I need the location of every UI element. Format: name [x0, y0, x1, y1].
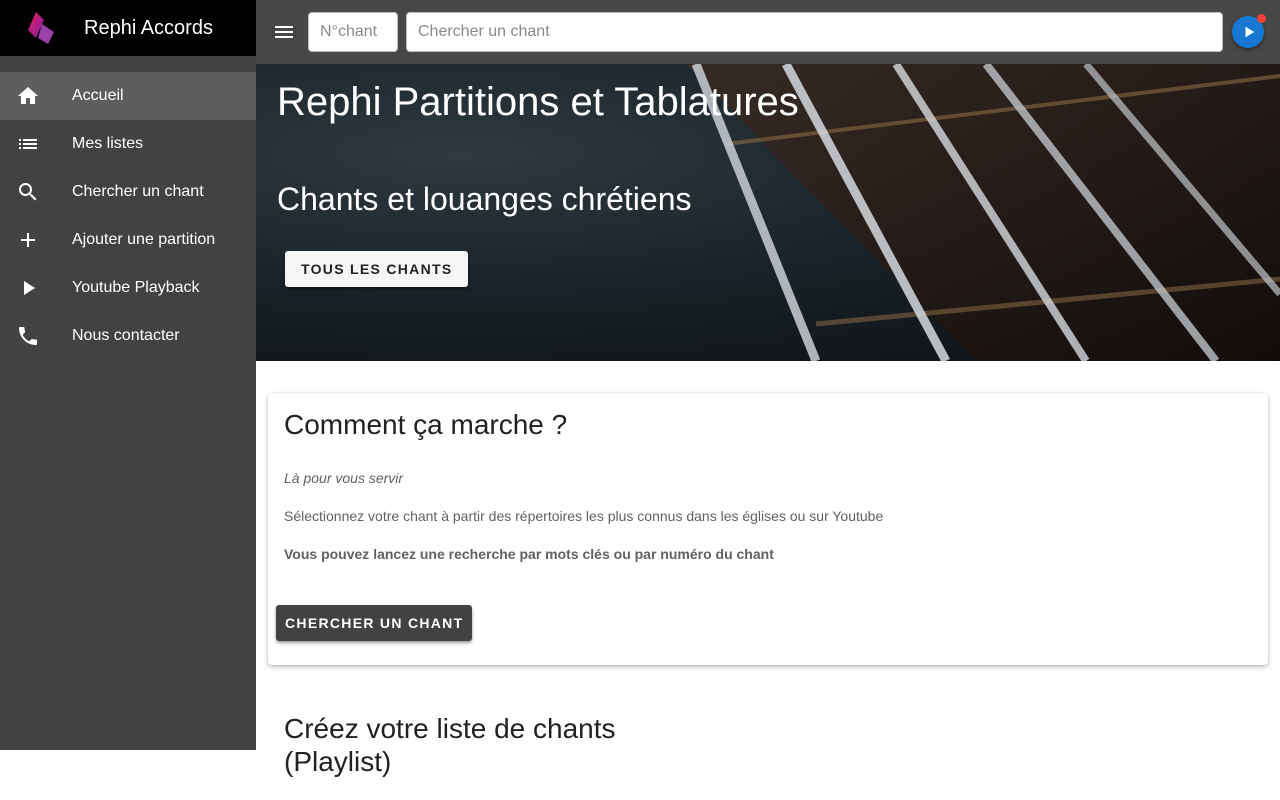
how-it-works-card: Comment ça marche ? Là pour vous servir …: [268, 393, 1268, 665]
sidebar-item-label: Nous contacter: [72, 327, 180, 344]
card-tagline: Là pour vous servir: [284, 470, 404, 486]
rephi-logo-icon[interactable]: [22, 8, 62, 48]
sidebar-item-label: Ajouter une partition: [72, 231, 216, 248]
phone-icon: [0, 324, 56, 348]
play-icon: [0, 276, 56, 300]
search-icon: [0, 180, 56, 204]
sidebar-item-contact[interactable]: Nous contacter: [0, 312, 256, 360]
search-input[interactable]: [406, 12, 1223, 52]
sidebar-item-label: Accueil: [72, 87, 124, 104]
sidebar-item-ajouter[interactable]: Ajouter une partition: [0, 216, 256, 264]
sidebar-item-label: Chercher un chant: [72, 183, 204, 200]
list-icon: [0, 132, 56, 156]
top-bar: [256, 0, 1280, 64]
card-hint: Vous pouvez lancez une recherche par mot…: [284, 546, 774, 562]
playlist-title-line1: Créez votre liste de chants: [284, 713, 616, 744]
plus-icon: [0, 228, 56, 252]
sidebar-item-youtube[interactable]: Youtube Playback: [0, 264, 256, 312]
notification-dot: [1257, 14, 1266, 23]
app-title: Rephi Accords: [84, 16, 213, 39]
sidebar: Rephi Accords Accueil Mes listes Cherche…: [0, 0, 256, 750]
hero-banner: Rephi Partitions et Tablatures Chants et…: [256, 64, 1280, 361]
playlist-section-title: Créez votre liste de chants (Playlist): [284, 712, 684, 778]
sidebar-item-label: Mes listes: [72, 135, 144, 152]
menu-icon[interactable]: [272, 20, 296, 44]
card-title: Comment ça marche ?: [284, 409, 568, 440]
home-icon: [0, 84, 56, 108]
playlist-title-line2: (Playlist): [284, 746, 392, 777]
sidebar-item-chercher[interactable]: Chercher un chant: [0, 168, 256, 216]
hero-title: Rephi Partitions et Tablatures: [277, 80, 799, 124]
play-circle-icon[interactable]: [1232, 14, 1266, 48]
sidebar-item-label: Youtube Playback: [72, 279, 200, 296]
song-number-input[interactable]: [308, 12, 398, 52]
sidebar-item-mes-listes[interactable]: Mes listes: [0, 120, 256, 168]
sidebar-item-accueil[interactable]: Accueil: [0, 72, 256, 120]
search-song-button[interactable]: CHERCHER UN CHANT: [276, 605, 473, 641]
sidebar-nav: Accueil Mes listes Chercher un chant Ajo…: [0, 72, 256, 360]
all-songs-button[interactable]: TOUS LES CHANTS: [285, 251, 469, 287]
card-description: Sélectionnez votre chant à partir des ré…: [284, 508, 884, 524]
hero-subtitle: Chants et louanges chrétiens: [277, 181, 692, 217]
sidebar-header: Rephi Accords: [0, 0, 256, 56]
